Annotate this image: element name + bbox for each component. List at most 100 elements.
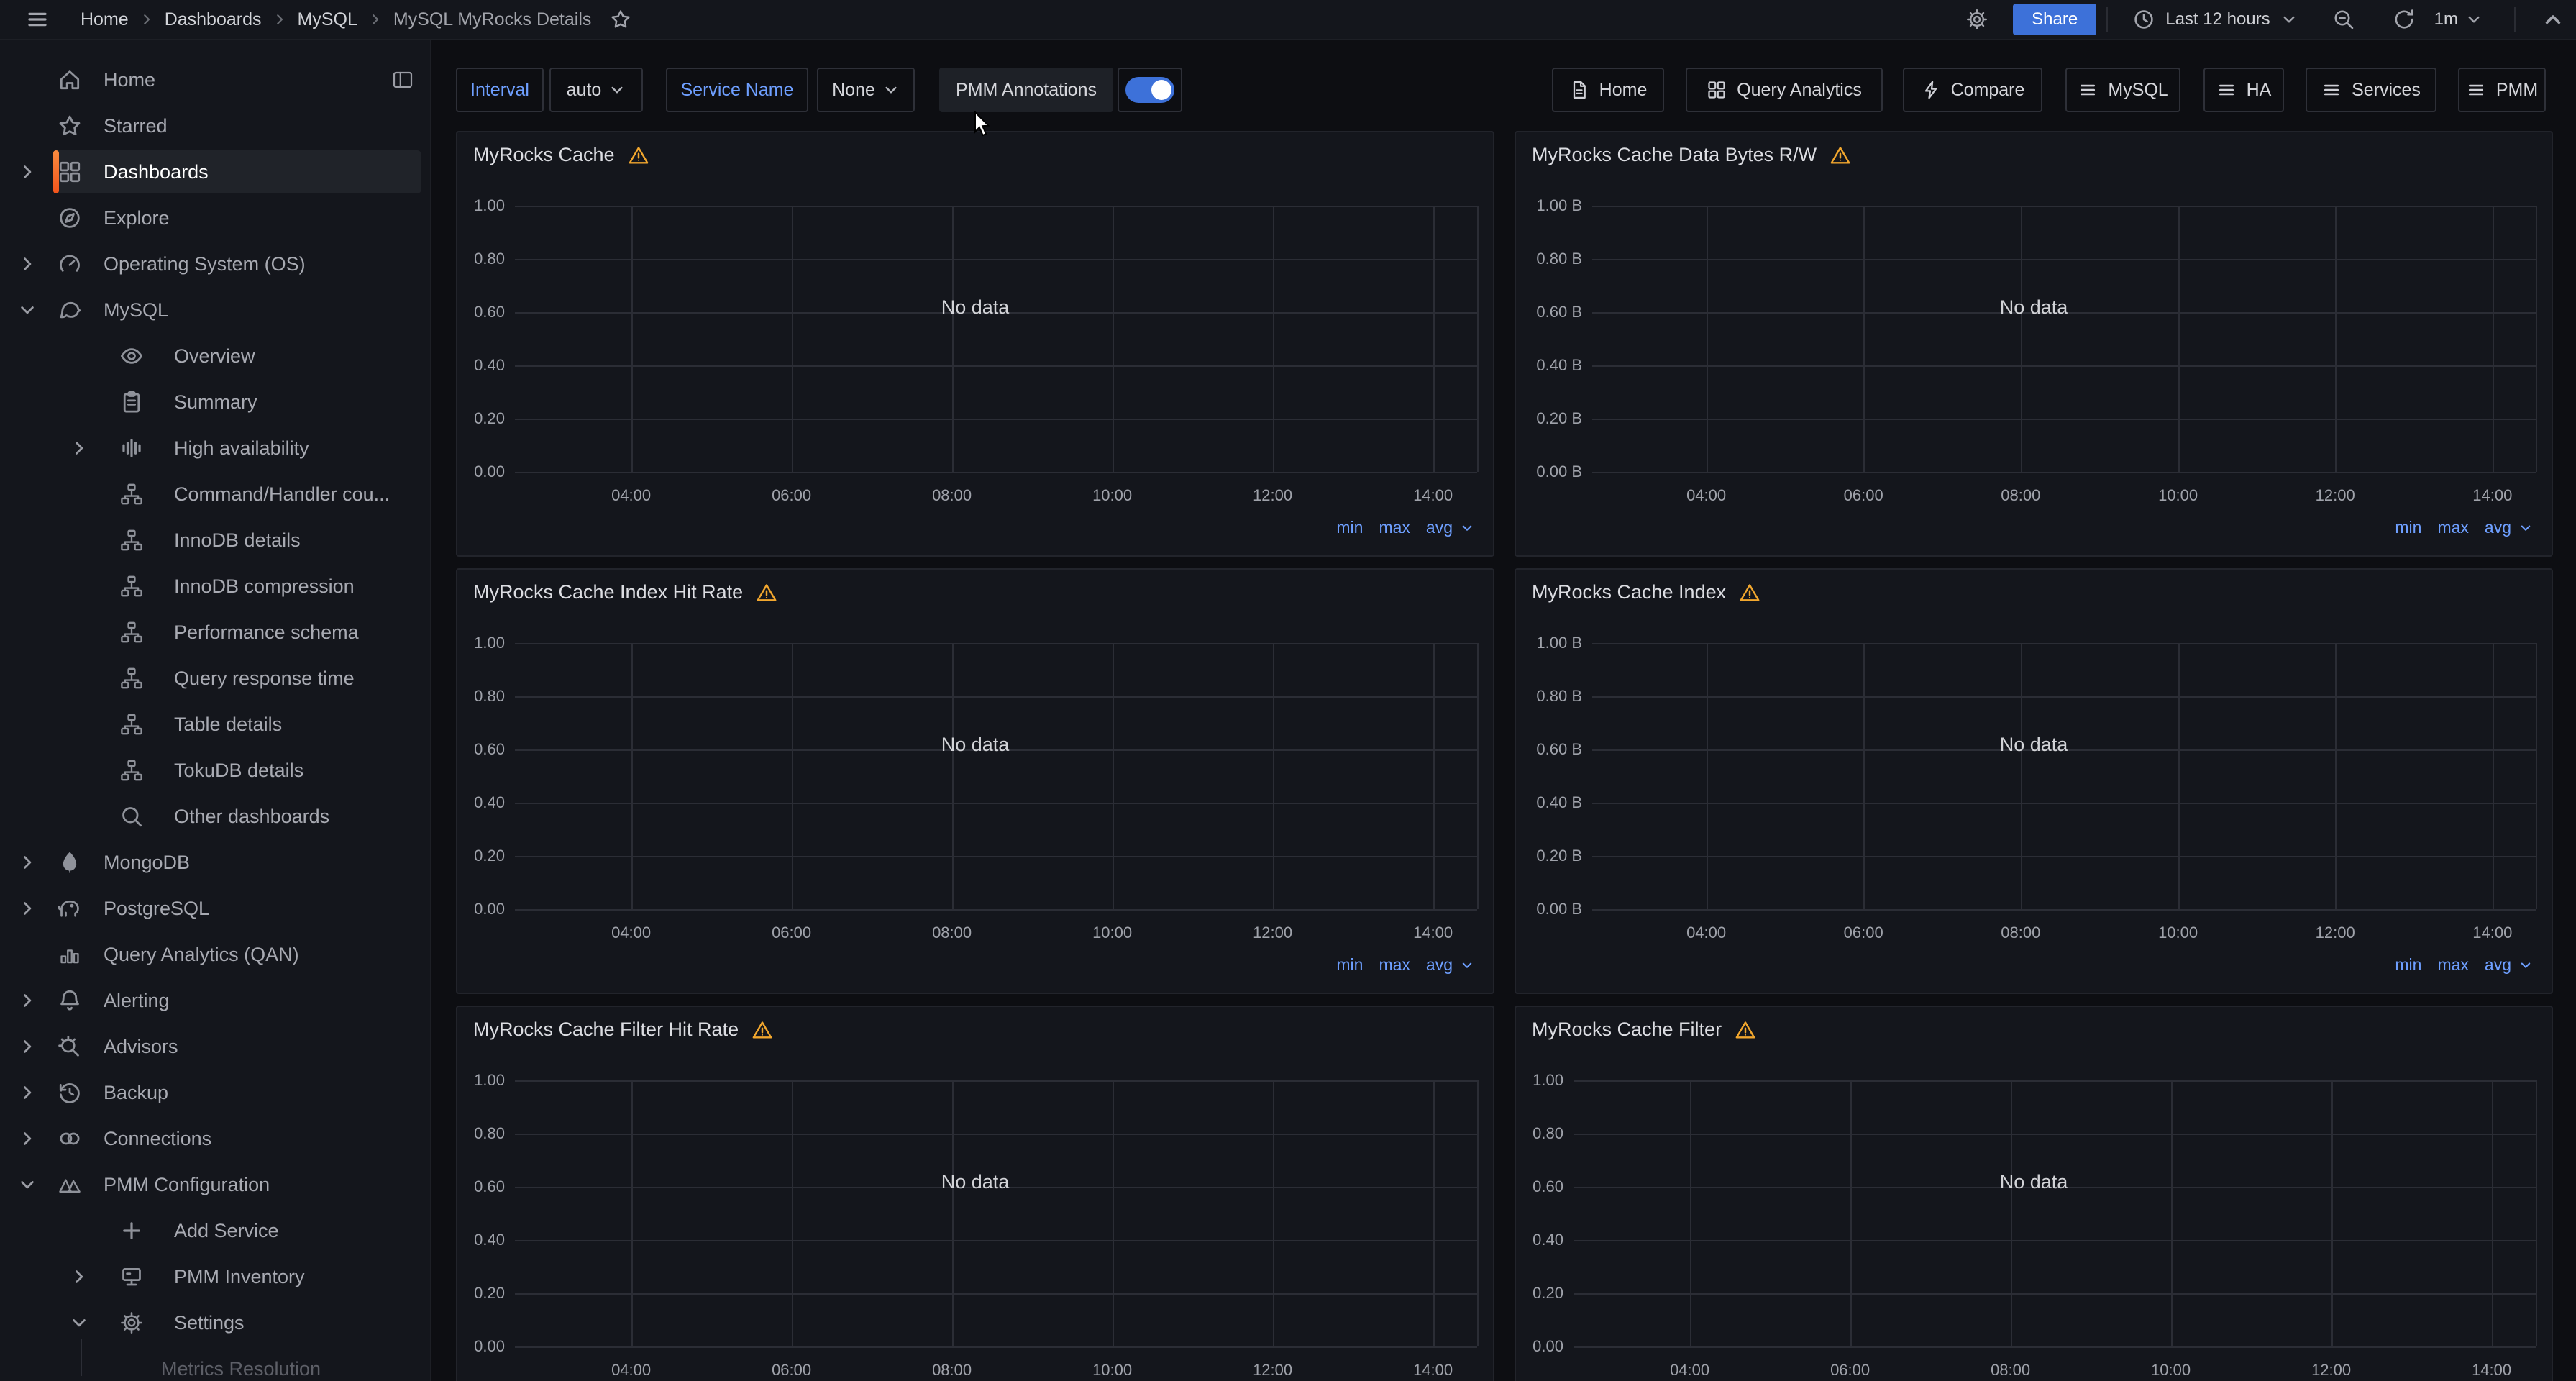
sidebar-item-operating-system-os[interactable]: Operating System (OS)	[0, 242, 431, 286]
warning-icon[interactable]	[756, 582, 777, 603]
chevron-right-icon[interactable]	[17, 162, 37, 182]
no-data-text: No data	[1516, 734, 2552, 756]
panel-title[interactable]: MyRocks Cache Filter	[1532, 1018, 1756, 1041]
chevron-right-icon[interactable]	[17, 852, 37, 872]
chevron-right-icon[interactable]	[17, 1083, 37, 1103]
breadcrumb-item[interactable]: MySQL	[298, 9, 357, 30]
refresh-icon[interactable]	[2393, 8, 2416, 31]
legend-min[interactable]: min	[2395, 955, 2421, 975]
sidebar-item-metrics-resolution[interactable]: Metrics Resolution	[0, 1347, 431, 1381]
sidebar-item-home[interactable]: Home	[0, 58, 431, 101]
legend-min[interactable]: min	[1336, 955, 1363, 975]
sidebar-item-add-service[interactable]: Add Service	[0, 1209, 431, 1252]
y-axis-label: 1.00	[1516, 1071, 1563, 1090]
legend-avg[interactable]: avg	[2485, 518, 2511, 537]
star-dashboard-icon[interactable]	[610, 9, 631, 30]
nav-link-services[interactable]: Services	[2306, 68, 2436, 112]
pmm-annotations-toggle[interactable]	[1118, 68, 1182, 112]
legend-min[interactable]: min	[2395, 518, 2421, 537]
nav-link-home[interactable]: Home	[1552, 68, 1664, 112]
nav-link-query-analytics[interactable]: Query Analytics	[1686, 68, 1883, 112]
chevron-right-icon[interactable]	[69, 438, 89, 458]
share-button[interactable]: Share	[2013, 4, 2096, 35]
legend-max[interactable]: max	[1379, 955, 1410, 975]
y-axis-label: 0.20 B	[1516, 409, 1582, 428]
chevron-right-icon[interactable]	[17, 1036, 37, 1057]
panel-title[interactable]: MyRocks Cache Data Bytes R/W	[1532, 144, 1851, 166]
sidebar-item-performance-schema[interactable]: Performance schema	[0, 611, 431, 654]
legend-max[interactable]: max	[1379, 518, 1410, 537]
warning-icon[interactable]	[628, 145, 649, 166]
chevron-right-icon[interactable]	[69, 1267, 89, 1287]
sidebar-item-tokudb-details[interactable]: TokuDB details	[0, 749, 431, 792]
warning-icon[interactable]	[1739, 582, 1760, 603]
sidebar-item-other-dashboards[interactable]: Other dashboards	[0, 795, 431, 838]
chevron-down-icon[interactable]	[17, 300, 37, 320]
panel-title[interactable]: MyRocks Cache	[473, 144, 649, 166]
nav-link-pmm[interactable]: PMM	[2458, 68, 2546, 112]
collapse-header-icon[interactable]	[2541, 8, 2564, 31]
sidebar-item-pmm-inventory[interactable]: PMM Inventory	[0, 1255, 431, 1298]
chevron-down-icon[interactable]	[2518, 958, 2533, 972]
sidebar-item-mongodb[interactable]: MongoDB	[0, 841, 431, 884]
legend-max[interactable]: max	[2437, 955, 2468, 975]
chevron-down-icon[interactable]	[17, 1175, 37, 1195]
refresh-interval-picker[interactable]: 1m	[2434, 9, 2458, 29]
breadcrumb-item[interactable]: Home	[81, 9, 129, 30]
chevron-down-icon[interactable]	[1460, 958, 1474, 972]
legend-min[interactable]: min	[1336, 518, 1363, 537]
warning-icon[interactable]	[1830, 145, 1851, 166]
nav-link-mysql[interactable]: MySQL	[2065, 68, 2180, 112]
sidebar-item-query-analytics-qan[interactable]: Query Analytics (QAN)	[0, 933, 431, 976]
panel-title[interactable]: MyRocks Cache Index Hit Rate	[473, 581, 777, 603]
legend-avg[interactable]: avg	[1426, 955, 1453, 975]
panel-title[interactable]: MyRocks Cache Filter Hit Rate	[473, 1018, 773, 1041]
sidebar-item-pmm-configuration[interactable]: PMM Configuration	[0, 1163, 431, 1206]
sidebar-item-label: Alerting	[104, 989, 170, 1012]
chevron-right-icon[interactable]	[17, 254, 37, 274]
legend-avg[interactable]: avg	[1426, 518, 1453, 537]
panel-title[interactable]: MyRocks Cache Index	[1532, 581, 1760, 603]
legend-max[interactable]: max	[2437, 518, 2468, 537]
nav-link-compare[interactable]: Compare	[1903, 68, 2042, 112]
menu-icon[interactable]	[26, 8, 49, 31]
time-range-picker[interactable]: Last 12 hours	[2165, 9, 2270, 29]
sidebar-item-summary[interactable]: Summary	[0, 380, 431, 424]
chevron-down-icon[interactable]	[1460, 521, 1474, 535]
sidebar-item-postgresql[interactable]: PostgreSQL	[0, 887, 431, 930]
legend-avg[interactable]: avg	[2485, 955, 2511, 975]
chevron-right-icon[interactable]	[17, 1129, 37, 1149]
interval-label: Interval	[456, 68, 544, 112]
sidebar-item-overview[interactable]: Overview	[0, 334, 431, 378]
interval-select[interactable]: auto	[549, 68, 643, 112]
nav-link-ha[interactable]: HA	[2203, 68, 2284, 112]
breadcrumb-item[interactable]: Dashboards	[165, 9, 262, 30]
service-name-select[interactable]: None	[817, 68, 915, 112]
sidebar-item-advisors[interactable]: Advisors	[0, 1025, 431, 1068]
sidebar-item-dashboards[interactable]: Dashboards	[0, 150, 431, 193]
dashboard-settings-icon[interactable]	[1965, 8, 1988, 31]
sidebar-item-table-details[interactable]: Table details	[0, 703, 431, 746]
sidebar-item-backup[interactable]: Backup	[0, 1071, 431, 1114]
zoom-out-icon[interactable]	[2332, 8, 2355, 31]
sidebar-item-alerting[interactable]: Alerting	[0, 979, 431, 1022]
warning-icon[interactable]	[1735, 1019, 1756, 1041]
sidebar-item-connections[interactable]: Connections	[0, 1117, 431, 1160]
x-axis-label: 10:00	[1077, 924, 1148, 942]
sidebar-item-high-availability[interactable]: High availability	[0, 427, 431, 470]
warning-icon[interactable]	[752, 1019, 773, 1041]
sidebar-item-innodb-compression[interactable]: InnoDB compression	[0, 565, 431, 608]
sidebar-item-mysql[interactable]: MySQL	[0, 288, 431, 332]
chevron-down-icon[interactable]	[69, 1313, 89, 1333]
chevron-right-icon[interactable]	[17, 990, 37, 1011]
sidebar-item-innodb-details[interactable]: InnoDB details	[0, 519, 431, 562]
sidebar-item-query-response-time[interactable]: Query response time	[0, 657, 431, 700]
sidebar-item-explore[interactable]: Explore	[0, 196, 431, 240]
y-axis-label: 0.40	[457, 1231, 505, 1249]
chevron-down-icon[interactable]	[2518, 521, 2533, 535]
sidebar-item-command-handler-cou[interactable]: Command/Handler cou...	[0, 473, 431, 516]
sidebar-item-settings[interactable]: Settings	[0, 1301, 431, 1344]
toggle-switch[interactable]	[1125, 77, 1174, 103]
sidebar-item-starred[interactable]: Starred	[0, 104, 431, 147]
chevron-right-icon[interactable]	[17, 898, 37, 919]
